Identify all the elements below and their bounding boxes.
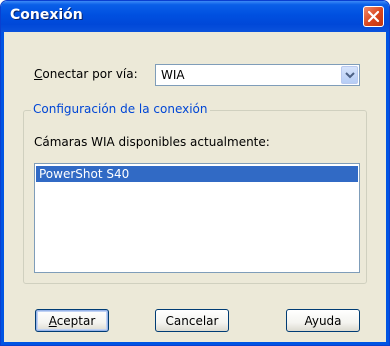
available-cameras-label: Cámaras WIA disponibles actualmente:	[34, 135, 270, 149]
close-button[interactable]	[363, 6, 384, 27]
window-title: Conexión	[10, 7, 83, 23]
accept-button[interactable]: Aceptar	[35, 309, 109, 332]
close-icon	[367, 10, 380, 23]
help-button[interactable]: Ayuda	[286, 309, 360, 332]
window-border-bottom	[1, 342, 389, 345]
cancel-button[interactable]: Cancelar	[155, 309, 229, 332]
window-border-right	[386, 32, 389, 345]
list-item[interactable]: PowerShot S40	[36, 166, 358, 182]
connect-via-value: WIA	[161, 68, 185, 82]
connect-via-label: Conectar por vía:	[34, 67, 138, 81]
title-bar[interactable]: Conexión	[1, 1, 389, 32]
dropdown-button[interactable]	[341, 66, 358, 84]
chevron-down-icon	[345, 72, 355, 79]
connect-via-select[interactable]: WIA	[155, 64, 360, 86]
connection-dialog: Conexión Conectar por vía: WIA Configura…	[0, 0, 390, 346]
connect-via-label-text: Conectar por vía:	[34, 67, 138, 81]
window-border-left	[1, 32, 4, 345]
camera-list[interactable]: PowerShot S40	[34, 163, 360, 273]
group-title: Configuración de la conexión	[31, 102, 210, 116]
